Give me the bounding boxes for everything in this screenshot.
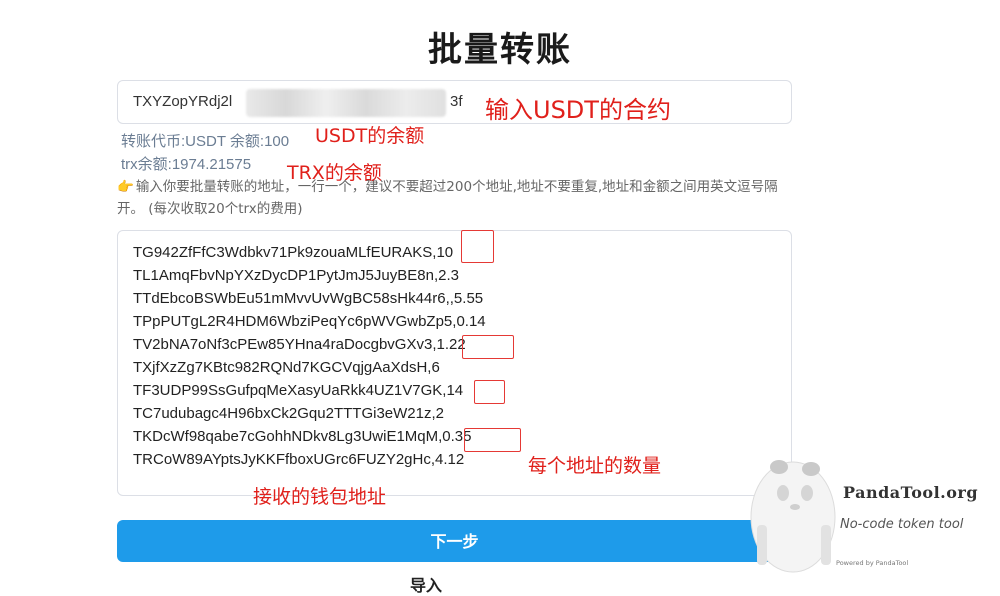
address-line: TXjfXzZg7KBtc982RQNd7KGCVqjgAaXdsH,6	[133, 359, 440, 376]
amount-highlight	[474, 380, 505, 404]
address-line: TF3UDP99SsGufpqMeXasyUaRkk4UZ1V7GK,14	[133, 382, 464, 399]
amount-highlight	[462, 335, 514, 359]
address-list: TG942ZfFfC3Wdbkv71Pk9zouaMLfEURAKS,10 TL1…	[133, 241, 486, 471]
annotation-contract: 输入USDT的合约	[485, 96, 671, 124]
below-text: 导入	[410, 576, 443, 595]
address-line: TRCoW89AYptsJyKKFfboxUGrc6FUZY2gHc,4.12	[133, 451, 465, 468]
watermark-powered: Powered by PandaTool	[836, 559, 909, 567]
contract-input[interactable]: TXYZopYRdj2l 3f	[117, 80, 792, 124]
token-balance-line: 转账代币:USDT 余额:100	[121, 133, 290, 150]
address-line: TG942ZfFfC3Wdbkv71Pk9zouaMLfEURAKS,10	[133, 244, 454, 261]
address-textarea[interactable]: TG942ZfFfC3Wdbkv71Pk9zouaMLfEURAKS,10 TL1…	[117, 230, 792, 496]
address-line: TL1AmqFbvNpYXzDycDP1PytJmJ5JuyBE8n,2.3	[133, 267, 459, 284]
address-line: TV2bNA7oNf3cPEw85YHna4raDocgbvGXv3,1.22	[133, 336, 466, 353]
amount-highlight	[464, 428, 521, 452]
annotation-trx-balance: TRX的余额	[287, 162, 382, 184]
amount-highlight	[461, 230, 494, 263]
contract-value-suffix: 3f	[450, 93, 463, 110]
page-title: 批量转账	[428, 30, 572, 70]
address-line: TC7udubagc4H96bxCk2Gqu2TTTGi3eW21z,2	[133, 405, 444, 422]
contract-value-prefix: TXYZopYRdj2l	[133, 93, 233, 110]
pointing-hand-icon: 👉	[117, 179, 134, 195]
annotation-amount: 每个地址的数量	[528, 455, 662, 477]
annotation-receiver: 接收的钱包地址	[253, 486, 387, 508]
redacted-region	[246, 89, 446, 117]
address-line: TKDcWf98qabe7cGohhNDkv8Lg3UwiE1MqM,0.35	[133, 428, 472, 445]
hint-label: 输入你要批量转账的地址，一行一个，建议不要超过200个地址,地址不要重复,地址和…	[117, 179, 778, 217]
hint-text: 👉 输入你要批量转账的地址，一行一个，建议不要超过200个地址,地址不要重复,地址…	[117, 176, 797, 220]
annotation-usdt-balance: USDT的余额	[315, 125, 425, 147]
watermark-tagline: No-code token tool	[840, 517, 964, 532]
address-line: TTdEbcoBSWbEu51mMvvUvWgBC58sHk44r6,,5.55	[133, 290, 484, 307]
trx-balance-line: trx余额:1974.21575	[121, 156, 252, 173]
address-line: TPpPUTgL2R4HDM6WbziPeqYc6pWVGwbZp5,0.14	[133, 313, 486, 330]
next-button[interactable]: 下一步	[117, 520, 792, 562]
watermark-brand: PandaTool.org	[843, 483, 979, 502]
